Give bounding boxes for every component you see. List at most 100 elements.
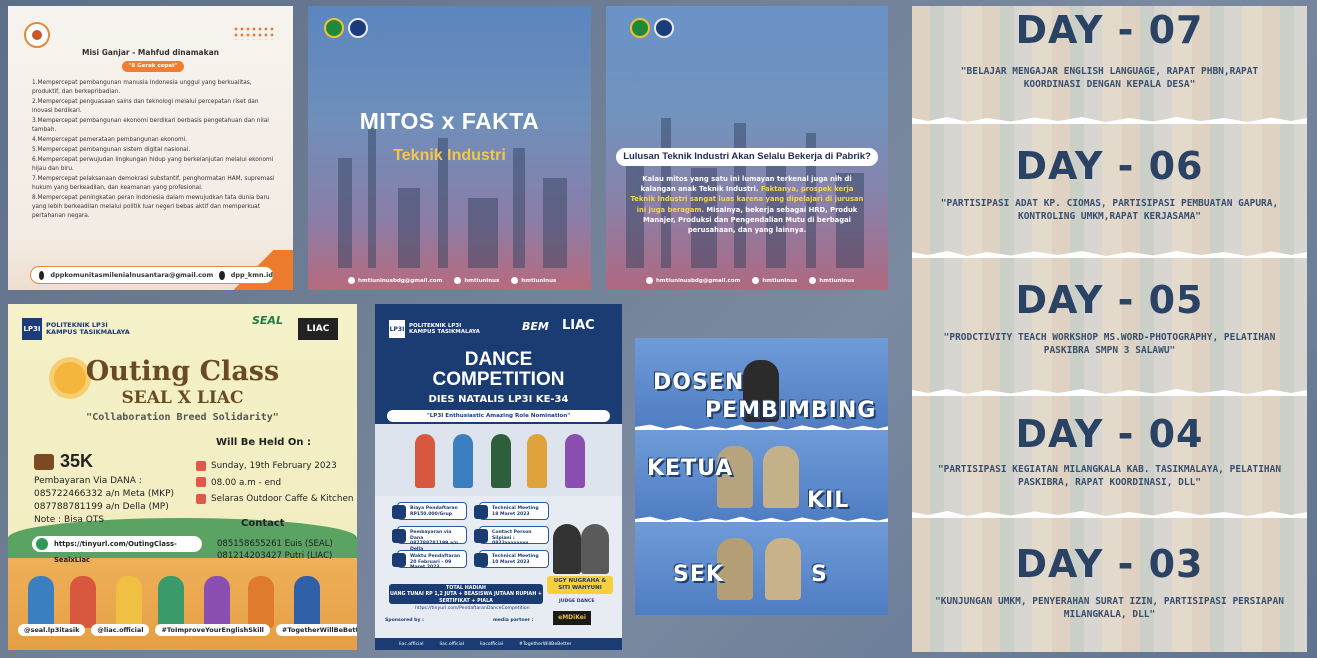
registration-link[interactable]: https://tinyurl.com/PendaftaranDanceComp… xyxy=(415,606,530,611)
misi-title: Misi Ganjar - Mahfud dinamakan xyxy=(82,48,219,57)
instagram-handle: hmtiuninus xyxy=(454,277,499,284)
lp3i-brand: LP3I POLITEKNIK LP3I KAMPUS TASIKMALAYA xyxy=(389,320,480,338)
list-item: 5.Mempercepat pembangunan sistem digital… xyxy=(32,146,191,153)
email-icon xyxy=(348,277,355,284)
organization-logo-icon xyxy=(24,22,50,48)
list-item: 8.Mempercepat peningkatan peran Indonesi… xyxy=(32,194,270,219)
role-label: KIL xyxy=(807,488,850,513)
post-team-collage[interactable]: DOSEN PEMBIMBING KETUA KIL SEK S xyxy=(635,338,888,615)
refinery-background xyxy=(308,118,591,268)
info-box: Pembayaran via Dana 087788781199 a/n Del… xyxy=(392,526,467,552)
tiktok-handle: hmtiuninus xyxy=(809,277,854,284)
liac-logo: LIAC xyxy=(562,318,595,333)
contact-heading: Contact xyxy=(241,518,285,529)
media-partner-label: media partner : xyxy=(493,618,534,623)
post-dance-competition[interactable]: LP3I POLITEKNIK LP3I KAMPUS TASIKMALAYA B… xyxy=(375,304,622,650)
info-box: Waktu Pendaftaran 20 Februari - 09 Maret… xyxy=(392,550,467,570)
hmti-emblem-icon xyxy=(348,18,368,38)
dot-pattern-icon xyxy=(233,26,275,40)
role-label: SEK xyxy=(673,562,724,587)
email-icon xyxy=(646,277,653,284)
university-emblem-icon xyxy=(324,18,344,38)
tiktok-icon xyxy=(511,277,519,284)
info-box: Technical Meeting 10 Maret 2023 xyxy=(474,550,549,568)
instagram-handle: hmtiuninus xyxy=(752,277,797,284)
instagram-handle: @seal.lp3itasik xyxy=(18,624,86,636)
person-photo xyxy=(765,538,801,600)
lp3i-logo-icon: LP3I xyxy=(22,318,42,340)
day-title: DAY - 05 xyxy=(1015,278,1204,322)
clock-icon xyxy=(196,477,206,488)
event-theme: "LP3I Enthusiastic Amazing Role Nominati… xyxy=(387,410,610,422)
person-photo xyxy=(763,446,799,508)
judge-role: JUDGE DANCE xyxy=(559,599,595,604)
post-subtitle: Teknik Industri xyxy=(393,147,506,164)
hmti-emblem-icon xyxy=(654,18,674,38)
lp3i-logo-icon: LP3I xyxy=(389,320,405,338)
list-item: 3.Mempercepat pembangunan ekonomi berdik… xyxy=(32,117,269,133)
event-title: Outing Class xyxy=(85,356,280,387)
event-tagline: "Collaboration Breed Solidarity" xyxy=(86,412,279,423)
post-mitos-fakta[interactable]: MITOS x FAKTA Teknik Industri hmtiuninus… xyxy=(308,6,591,290)
misi-list: 1.Mempercepat pembangunan manusia Indone… xyxy=(32,79,275,222)
day-title: DAY - 04 xyxy=(1015,412,1204,456)
list-item: 6.Mempercepat perwujudan lingkungan hidu… xyxy=(32,156,274,172)
list-item: 7.Mempercepat pelaksanaan demokrasi subs… xyxy=(32,175,275,191)
info-box: Contact Person Silpiani : 0822xxxxxxxx xyxy=(474,526,549,546)
post-lulusan-teknik-industri[interactable]: Lulusan Teknik Industri Akan Selalu Beke… xyxy=(606,6,888,290)
post-outing-class[interactable]: LP3I POLITEKNIK LP3I KAMPUS TASIKMALAYA S… xyxy=(8,304,357,650)
seal-logo: SEAL xyxy=(252,314,283,327)
day-description: "PARTISIPASI KEGIATAN MILANGKALA KAB. TA… xyxy=(937,464,1282,488)
day-title: DAY - 07 xyxy=(1015,8,1204,52)
wallet-icon xyxy=(34,453,54,470)
misi-footer: dppkomunitasmilenialnusantara@gmail.com … xyxy=(30,266,274,284)
judges: UGY NUGRAHA & SITI WAHYUNI xyxy=(547,514,613,594)
calendar-icon xyxy=(196,460,206,471)
day-title: DAY - 06 xyxy=(1015,144,1204,188)
instagram-icon xyxy=(454,277,462,284)
email-icon xyxy=(39,270,45,280)
event-details: Sunday, 19th February 2023 08.00 a.m - e… xyxy=(196,458,353,508)
university-emblem-icon xyxy=(630,18,650,38)
day-description: "KUNJUNGAN UMKM, PENYERAHAN SURAT IZIN, … xyxy=(935,596,1284,620)
event-title: COMPETITION xyxy=(432,369,565,390)
list-item: 1.Mempercepat pembangunan manusia Indone… xyxy=(32,80,252,95)
sponsor-label: Sponsored by : xyxy=(385,618,424,623)
post-question: Lulusan Teknik Industri Akan Selalu Beke… xyxy=(616,148,878,166)
event-title: DANCE xyxy=(464,349,533,370)
day-section: DAY - 05 "PRODCTIVITY TEACH WORKSHOP MS.… xyxy=(912,258,1307,396)
bem-logo: BEM xyxy=(522,320,549,333)
event-subtitle: SEAL X LIAC xyxy=(121,388,244,408)
contact-list: 085158655261 Euis (SEAL) 081214203427 Pu… xyxy=(217,539,333,562)
instagram-icon xyxy=(219,270,225,280)
day-title: DAY - 03 xyxy=(1015,542,1204,586)
day-section: DAY - 03 "KUNJUNGAN UMKM, PENYERAHAN SUR… xyxy=(912,518,1307,652)
email-text: dppkomunitasmilenialnusantara@gmail.com xyxy=(50,271,214,279)
post-title: MITOS x FAKTA xyxy=(359,108,540,134)
misi-tagline-badge: "8 Gerak cepat" xyxy=(122,61,184,72)
registration-link[interactable]: https://tinyurl.com/OutingClass-SealxLia… xyxy=(32,536,202,564)
hashtag: #TogetherWillBeBetter xyxy=(275,624,357,636)
payment-info: Pembayaran Via DANA : 085722466332 a/n M… xyxy=(34,476,175,526)
media-partner-logo: eMDiKei xyxy=(553,611,591,625)
day-section: DAY - 06 "PARTISIPASI ADAT KP. CIOMAS, P… xyxy=(912,124,1307,258)
day-section: DAY - 07 "BELAJAR MENGAJAR ENGLISH LANGU… xyxy=(912,6,1307,124)
role-label: PEMBIMBING xyxy=(705,398,877,423)
location-icon xyxy=(196,493,206,504)
post-kkn-day-recap[interactable]: DAY - 07 "BELAJAR MENGAJAR ENGLISH LANGU… xyxy=(912,6,1307,652)
lp3i-brand: LP3I POLITEKNIK LP3I KAMPUS TASIKMALAYA xyxy=(22,318,130,340)
day-section: DAY - 04 "PARTISIPASI KEGIATAN MILANGKAL… xyxy=(912,396,1307,518)
price: 35K xyxy=(34,451,93,472)
day-description: "PARTISIPASI ADAT KP. CIOMAS, PARTISIPAS… xyxy=(940,198,1279,222)
info-box: Technical Meeting 18 Maret 2023 xyxy=(474,502,549,520)
instagram-handle: dpp_kmn.id xyxy=(230,271,273,279)
info-box: Biaya Pendaftaran RP150.000/Grup xyxy=(392,502,467,520)
role-label: KETUA xyxy=(647,456,734,481)
day-description: "PRODCTIVITY TEACH WORKSHOP MS.WORD-PHOT… xyxy=(943,332,1276,356)
tiktok-icon xyxy=(809,277,817,284)
social-footer: liac.official liac.official liacofficial… xyxy=(375,638,622,650)
day-description: "BELAJAR MENGAJAR ENGLISH LANGUAGE, RAPA… xyxy=(960,66,1259,90)
email-text: hmtiuninusbdg@gmail.com xyxy=(646,277,740,284)
post-misi-ganjar-mahfud[interactable]: Misi Ganjar - Mahfud dinamakan "8 Gerak … xyxy=(8,6,293,290)
held-on-heading: Will Be Held On : xyxy=(216,437,311,448)
